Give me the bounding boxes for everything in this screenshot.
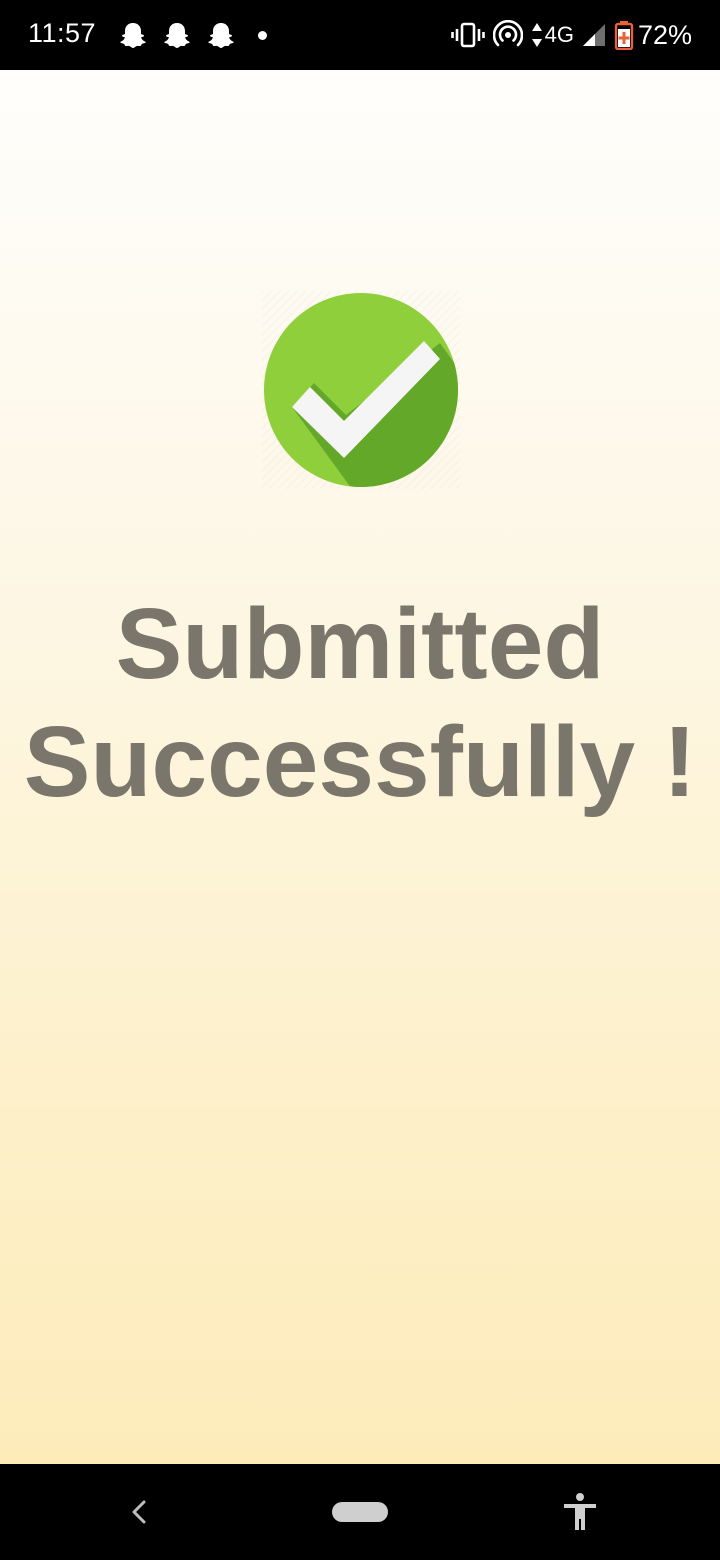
success-message: Submitted Successfully !: [0, 585, 720, 821]
network-type: 4G: [544, 22, 574, 47]
snapchat-icon: [208, 23, 234, 48]
accessibility-icon[interactable]: [562, 1492, 598, 1532]
headline-line2: Successfully !: [23, 706, 697, 818]
vibrate-icon: [450, 22, 485, 48]
navigation-bar: [0, 1464, 720, 1560]
check-circle-icon: [264, 293, 458, 487]
home-pill-icon[interactable]: [332, 1502, 388, 1522]
success-screen: Submitted Successfully !: [0, 70, 720, 1464]
signal-icon: [582, 24, 605, 46]
more-notifications-dot: [258, 30, 267, 40]
success-icon-frame: [262, 291, 460, 489]
hotspot-icon: [492, 20, 523, 47]
system-icons: 4G 72%: [443, 16, 692, 54]
notification-icons: [118, 20, 267, 50]
battery-percent: 72%: [637, 19, 692, 50]
status-bar: 11:57 4G 72%: [0, 0, 720, 70]
status-time: 11:57: [28, 18, 97, 48]
data-arrows-icon: [531, 23, 542, 47]
snapchat-icon: [164, 23, 190, 48]
battery-icon: [614, 21, 634, 50]
snapchat-icon: [120, 23, 146, 48]
headline-line1: Submitted: [115, 588, 605, 700]
back-chevron-icon[interactable]: [124, 1496, 156, 1528]
